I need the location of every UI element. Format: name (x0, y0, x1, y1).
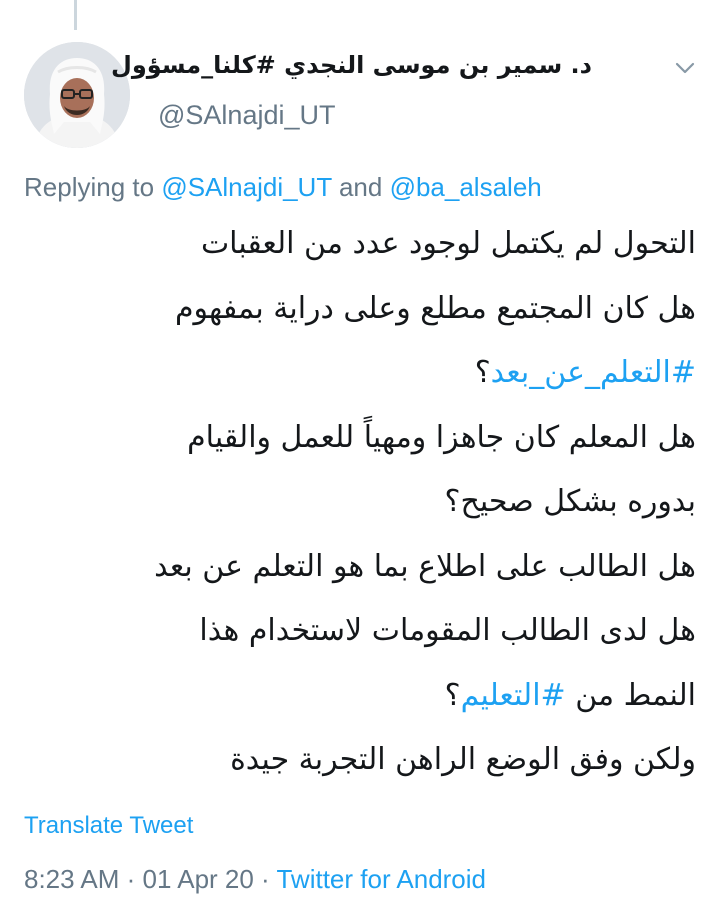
tweet-metadata: 8:23 AM · 01 Apr 20 · Twitter for Androi… (24, 864, 486, 895)
tweet-line: هل الطالب على اطلاع بما هو التعلم عن بعد (154, 548, 696, 584)
tweet-menu-button[interactable] (670, 56, 700, 80)
tweet-text-fragment: ؟ (474, 355, 491, 390)
tweet-detail-view: د. سمير بن موسى النجدي #كلنا_مسؤول @SAln… (0, 0, 720, 923)
thread-connector-line (74, 0, 77, 30)
hashtag-link[interactable]: #التعليم (461, 678, 566, 713)
mention-link[interactable]: @SAlnajdi_UT (161, 172, 331, 202)
replying-prefix: Replying to (24, 172, 162, 202)
replying-to: Replying to @SAlnajdi_UT and @ba_alsaleh (24, 172, 542, 203)
tweet-date: 01 Apr 20 (142, 864, 254, 894)
tweet-time: 8:23 AM (24, 864, 120, 894)
meta-separator: · (119, 864, 143, 894)
tweet-line: النمط من #التعليم؟ (16, 664, 696, 729)
tweet-line: ولكن وفق الوضع الراهن التجربة جيدة (230, 742, 696, 777)
tweet-line: هل لدى الطالب المقومات لاستخدام هذا (199, 613, 696, 648)
tweet-line: هل كان المجتمع مطلع وعلى دراية بمفهوم (174, 290, 696, 326)
tweet-line: بدوره بشكل صحيح؟ (444, 484, 696, 519)
tweet-text-fragment: ؟ (444, 677, 461, 713)
hashtag-link[interactable]: #التعلم_عن_بعد (491, 355, 696, 390)
replying-conjunction: and (331, 172, 390, 202)
tweet-line: هل المعلم كان جاهزا ومهياً للعمل والقيام (187, 419, 696, 455)
tweet-line: التحول لم يكتمل لوجود عدد من العقبات (200, 226, 696, 261)
tweet-line: #التعلم_عن_بعد؟ (16, 341, 696, 406)
tweet-text-fragment: النمط من (565, 677, 696, 713)
tweet-text: التحول لم يكتمل لوجود عدد من العقبات هل … (16, 212, 696, 793)
tweet-source-link[interactable]: Twitter for Android (276, 864, 486, 894)
mention-link[interactable]: @ba_alsaleh (390, 172, 542, 202)
username[interactable]: @SAlnajdi_UT (158, 100, 335, 131)
chevron-down-icon (675, 62, 695, 74)
meta-separator: · (253, 864, 277, 894)
translate-tweet-link[interactable]: Translate Tweet (24, 812, 193, 840)
display-name[interactable]: د. سمير بن موسى النجدي #كلنا_مسؤول (111, 51, 592, 79)
